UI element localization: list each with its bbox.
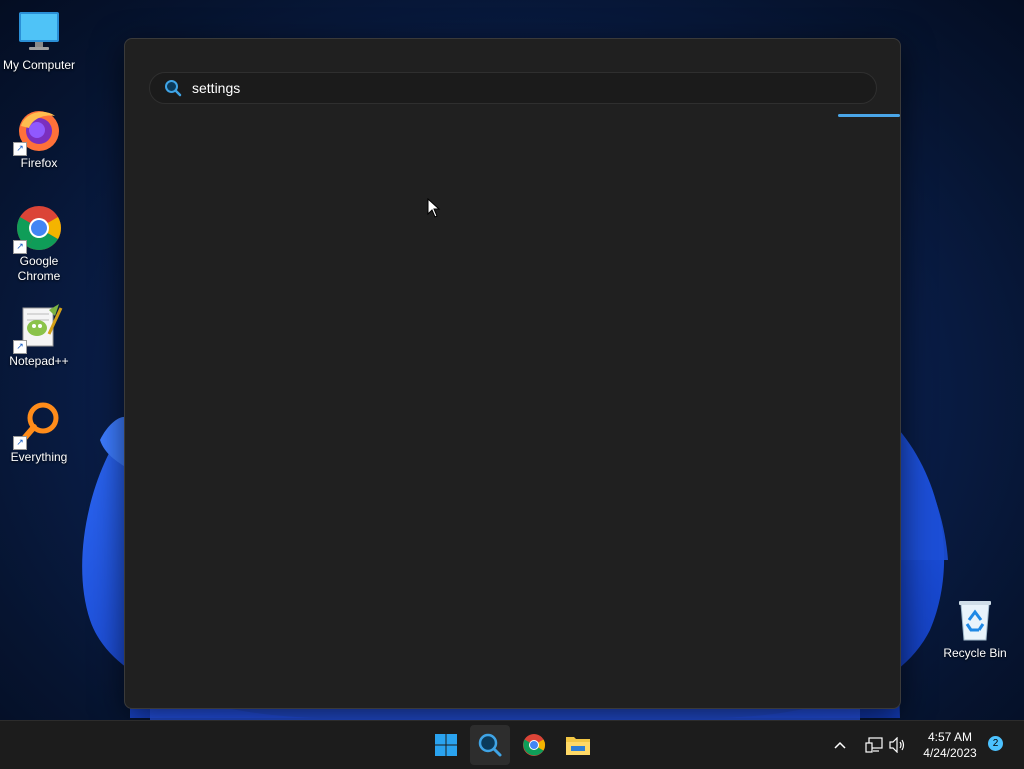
tray-volume-button[interactable]: [884, 725, 912, 765]
desktop-icon-label: Firefox: [20, 156, 58, 170]
chrome-icon: [523, 734, 545, 756]
speaker-icon: [889, 737, 905, 753]
desktop-icon-notepadpp[interactable]: ↗ Notepad++: [0, 304, 78, 369]
notepadpp-icon: ↗: [13, 304, 63, 354]
monitor-icon: [15, 8, 63, 56]
everything-icon: ↗: [13, 400, 63, 450]
shortcut-arrow-icon: ↗: [13, 436, 27, 450]
tray-clock[interactable]: 4:57 AM 4/24/2023: [916, 729, 984, 761]
desktop-icon-everything[interactable]: ↗ Everything: [0, 400, 78, 465]
desktop-icon-label: Recycle Bin: [943, 646, 1007, 660]
shortcut-arrow-icon: ↗: [13, 142, 27, 156]
desktop-icon-my-computer[interactable]: My Computer: [0, 8, 78, 73]
search-icon: [165, 80, 182, 97]
windows-start-icon: [435, 734, 457, 756]
firefox-icon: ↗: [13, 106, 63, 156]
taskbar-everything-button[interactable]: [470, 725, 510, 765]
clock-date: 4/24/2023: [923, 746, 977, 760]
taskbar-chrome-button[interactable]: [514, 725, 554, 765]
mouse-cursor-icon: [427, 198, 441, 218]
shortcut-arrow-icon: ↗: [13, 340, 27, 354]
network-icon: [865, 737, 883, 753]
clock-time: 4:57 AM: [927, 730, 973, 744]
search-progress-fill: [838, 114, 900, 117]
everything-search-icon: [478, 733, 502, 757]
chevron-up-icon: [834, 741, 846, 749]
notification-badge[interactable]: 2: [988, 736, 1003, 751]
search-box[interactable]: [149, 72, 877, 104]
desktop-icon-label: Everything: [10, 450, 68, 464]
folder-icon: [566, 737, 590, 755]
desktop-icon-label: Google Chrome: [17, 254, 61, 283]
search-input[interactable]: [192, 80, 832, 96]
tray-show-hidden-icons-button[interactable]: [826, 725, 854, 765]
desktop-icon-recycle-bin[interactable]: Recycle Bin: [936, 596, 1014, 661]
taskbar: 4:57 AM 4/24/2023: [0, 720, 1024, 769]
chrome-icon: ↗: [13, 204, 63, 254]
search-window: [124, 38, 901, 709]
desktop-icon-label: My Computer: [2, 58, 76, 72]
desktop-icon-firefox[interactable]: ↗ Firefox: [0, 106, 78, 171]
recycle-bin-icon: [951, 596, 999, 644]
desktop-icon-label: Notepad++: [9, 354, 69, 368]
shortcut-arrow-icon: ↗: [13, 240, 27, 254]
taskbar-start-button[interactable]: [426, 725, 466, 765]
search-progress-bar: [125, 114, 900, 117]
taskbar-file-explorer-button[interactable]: [558, 725, 598, 765]
desktop-icon-google-chrome[interactable]: ↗ Google Chrome: [0, 204, 78, 284]
